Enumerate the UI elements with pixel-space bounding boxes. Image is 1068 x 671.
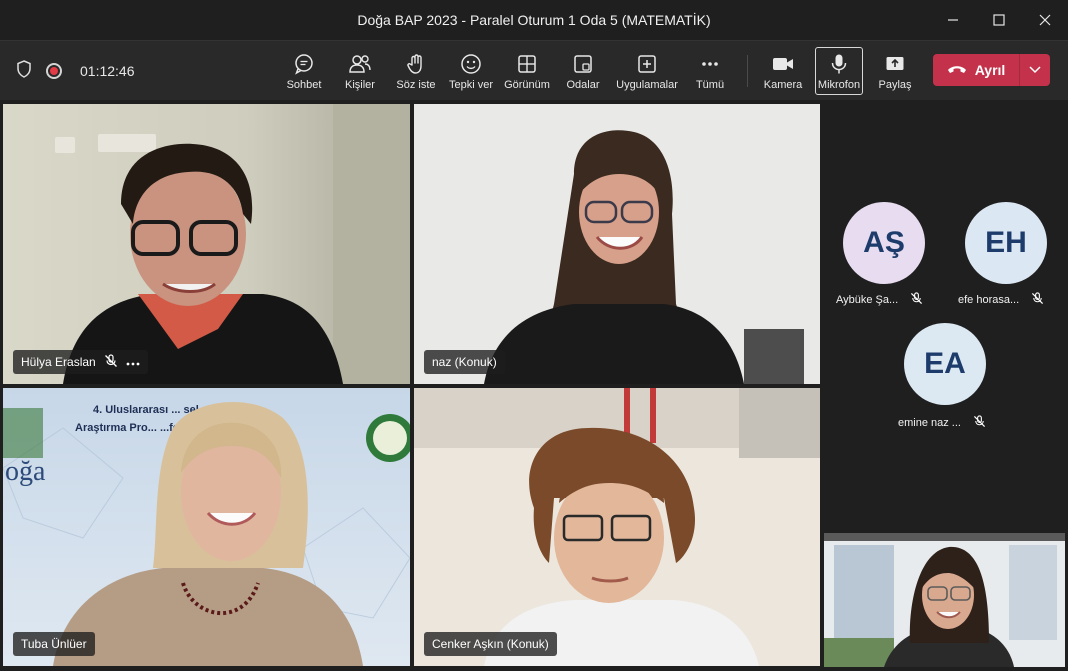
mic-off-icon xyxy=(973,415,986,431)
participant-name-tag: Tuba Ünlüer xyxy=(13,632,95,656)
participant-name: Hülya Eraslan xyxy=(21,355,96,369)
mic-off-icon xyxy=(1031,292,1044,308)
avatar-name-row: emine naz ... xyxy=(898,415,986,431)
shield-icon[interactable] xyxy=(16,59,32,83)
participants-overflow-panel: AŞ Aybüke Şa... EH efe horasa... EA emin… xyxy=(824,104,1068,529)
people-icon xyxy=(348,51,372,77)
people-label: Kişiler xyxy=(345,79,375,91)
camera-icon xyxy=(771,51,795,77)
raise-hand-icon xyxy=(405,51,427,77)
svg-text:4. Uluslararası ... sel: 4. Uluslararası ... sel xyxy=(93,404,199,416)
leave-button[interactable]: Ayrıl xyxy=(933,62,1019,78)
people-button[interactable]: Kişiler xyxy=(340,41,380,101)
meeting-timer: 01:12:46 xyxy=(80,63,135,79)
avatar-name-row: Aybüke Şa... xyxy=(836,292,923,308)
more-options-icon[interactable] xyxy=(126,355,140,369)
smiley-icon xyxy=(460,51,482,77)
avatar-initials: AŞ xyxy=(863,226,905,259)
leave-label: Ayrıl xyxy=(974,62,1006,78)
maximize-icon[interactable] xyxy=(976,0,1022,40)
more-button[interactable]: Tümü xyxy=(692,41,728,101)
more-icon xyxy=(699,51,721,77)
avatar[interactable]: EH xyxy=(965,202,1047,284)
meeting-status: 01:12:46 xyxy=(16,41,135,101)
react-label: Tepki ver xyxy=(448,79,494,91)
chat-icon xyxy=(293,51,315,77)
self-video xyxy=(824,533,1065,667)
layout-icon xyxy=(516,51,538,77)
participant-name: emine naz ... xyxy=(898,417,961,429)
video-tile[interactable]: naz (Konuk) xyxy=(414,104,820,384)
react-button[interactable]: Tepki ver xyxy=(448,41,494,101)
raise-hand-label: Söz iste xyxy=(396,79,436,91)
participant-name-tag: Cenker Aşkın (Konuk) xyxy=(424,632,557,656)
camera-label: Kamera xyxy=(763,79,803,91)
chat-label: Sohbet xyxy=(286,79,322,91)
video-tile[interactable]: oğa 4. Uluslararası ... sel Araştırma Pr… xyxy=(3,388,410,666)
participant-name-tag: Hülya Eraslan xyxy=(13,350,148,374)
mic-off-icon xyxy=(104,353,118,371)
avatar-name-row: efe horasa... xyxy=(958,292,1044,308)
toolbar-divider xyxy=(747,55,748,87)
video-tile[interactable]: Hülya Eraslan xyxy=(3,104,410,384)
camera-button[interactable]: Kamera xyxy=(762,41,804,101)
participant-name: Tuba Ünlüer xyxy=(21,637,87,651)
self-view-video[interactable] xyxy=(824,533,1065,667)
mic-off-icon xyxy=(910,292,923,308)
hang-up-icon xyxy=(947,62,967,78)
breakout-rooms-icon xyxy=(572,51,594,77)
chevron-down-icon xyxy=(1028,61,1042,79)
recording-icon xyxy=(46,63,62,79)
chat-button[interactable]: Sohbet xyxy=(283,41,325,101)
participant-name: Cenker Aşkın (Konuk) xyxy=(432,637,549,651)
share-icon xyxy=(884,51,906,77)
leave-button-group: Ayrıl xyxy=(933,54,1050,86)
view-button[interactable]: Görünüm xyxy=(502,41,552,101)
microphone-label: Mikrofon xyxy=(817,79,861,91)
participant-name-tag: naz (Konuk) xyxy=(424,350,505,374)
participant-name: efe horasa... xyxy=(958,294,1020,306)
avatar[interactable]: AŞ xyxy=(843,202,925,284)
meeting-toolbar: 01:12:46 Sohbet Kişiler Söz iste Tepki v… xyxy=(0,40,1068,100)
rooms-button[interactable]: Odalar xyxy=(563,41,603,101)
window-controls xyxy=(930,0,1068,40)
leave-options-button[interactable] xyxy=(1020,61,1050,79)
participant-name: naz (Konuk) xyxy=(432,355,497,369)
window-title: Doğa BAP 2023 - Paralel Oturum 1 Oda 5 (… xyxy=(357,12,711,28)
apps-label: Uygulamalar xyxy=(616,79,678,91)
add-apps-icon xyxy=(636,51,658,77)
share-button[interactable]: Paylaş xyxy=(876,41,914,101)
participant-name: Aybüke Şa... xyxy=(836,294,899,306)
video-tile[interactable]: Cenker Aşkın (Konuk) xyxy=(414,388,820,666)
avatar-initials: EH xyxy=(985,226,1027,259)
close-icon[interactable] xyxy=(1022,0,1068,40)
title-bar: Doğa BAP 2023 - Paralel Oturum 1 Oda 5 (… xyxy=(0,0,1068,40)
share-label: Paylaş xyxy=(878,79,912,91)
participant-video: oğa 4. Uluslararası ... sel Araştırma Pr… xyxy=(3,388,410,666)
raise-hand-button[interactable]: Söz iste xyxy=(394,41,438,101)
apps-button[interactable]: Uygulamalar xyxy=(614,41,680,101)
microphone-button[interactable]: Mikrofon xyxy=(815,47,863,95)
view-label: Görünüm xyxy=(504,79,550,91)
avatar[interactable]: EA xyxy=(904,323,986,405)
microphone-icon xyxy=(829,51,849,77)
minimize-icon[interactable] xyxy=(930,0,976,40)
participant-video xyxy=(414,104,820,384)
participant-video xyxy=(414,388,820,666)
rooms-label: Odalar xyxy=(566,79,600,91)
participant-video xyxy=(3,104,410,384)
more-label: Tümü xyxy=(695,79,725,91)
avatar-initials: EA xyxy=(924,347,966,380)
svg-text:oğa: oğa xyxy=(5,456,46,487)
